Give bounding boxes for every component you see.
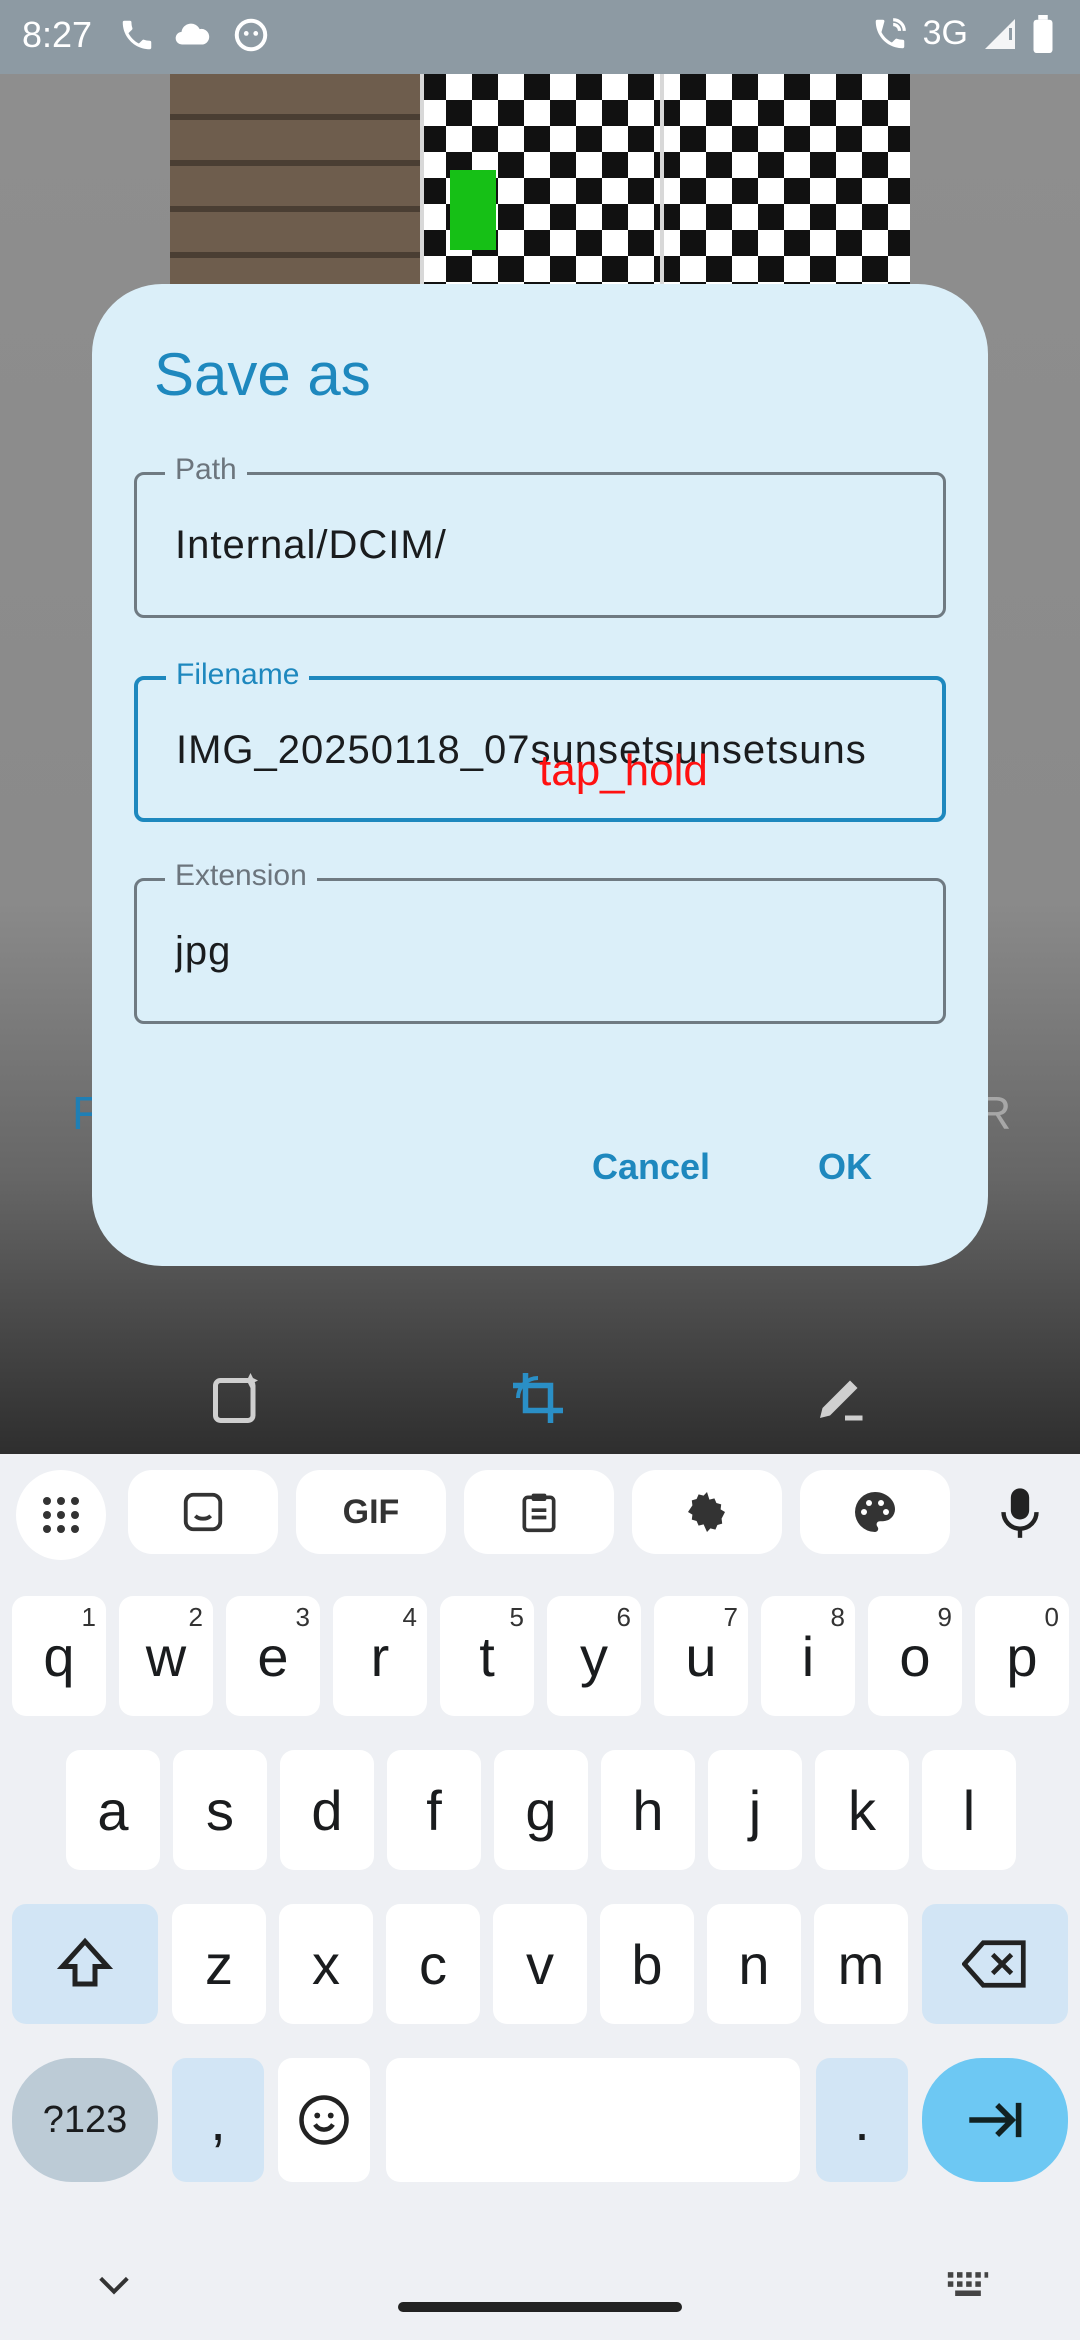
extension-value: jpg bbox=[175, 929, 232, 973]
clipboard-icon[interactable] bbox=[464, 1470, 614, 1554]
key-y[interactable]: y6 bbox=[547, 1596, 641, 1716]
sticker-icon[interactable] bbox=[128, 1470, 278, 1554]
auto-enhance-icon[interactable] bbox=[208, 1368, 268, 1428]
comma-key[interactable]: , bbox=[172, 2058, 264, 2182]
key-s[interactable]: s bbox=[173, 1750, 267, 1870]
filename-label: Filename bbox=[166, 658, 310, 692]
cancel-button[interactable]: Cancel bbox=[592, 1146, 710, 1188]
wifi-call-icon bbox=[875, 17, 906, 48]
extension-field[interactable]: Extension jpg bbox=[134, 859, 946, 1024]
editor-toolbar bbox=[0, 1340, 1080, 1456]
symbols-key[interactable]: ?123 bbox=[12, 2058, 158, 2182]
key-label: r bbox=[370, 1624, 390, 1688]
gif-button[interactable]: GIF bbox=[296, 1470, 446, 1554]
key-number-hint: 5 bbox=[509, 1602, 524, 1632]
key-u[interactable]: u7 bbox=[654, 1596, 748, 1716]
key-q[interactable]: q1 bbox=[12, 1596, 106, 1716]
edit-icon[interactable] bbox=[810, 1368, 870, 1428]
phone-icon bbox=[122, 20, 152, 50]
key-label: p bbox=[1006, 1624, 1038, 1688]
key-w[interactable]: w2 bbox=[119, 1596, 213, 1716]
key-number-hint: 7 bbox=[723, 1602, 738, 1632]
mic-icon[interactable] bbox=[998, 1486, 1042, 1542]
battery-icon bbox=[1033, 14, 1053, 53]
key-t[interactable]: t5 bbox=[440, 1596, 534, 1716]
key-k[interactable]: k bbox=[815, 1750, 909, 1870]
keyboard-toolbar: GIF bbox=[0, 1456, 1080, 1576]
key-number-hint: 9 bbox=[937, 1602, 952, 1632]
network-type: 3G bbox=[922, 14, 968, 52]
key-m[interactable]: m bbox=[814, 1904, 908, 2024]
key-number-hint: 4 bbox=[402, 1602, 417, 1632]
palette-icon[interactable] bbox=[800, 1470, 950, 1554]
key-x[interactable]: x bbox=[279, 1904, 373, 2024]
key-label: u bbox=[685, 1624, 717, 1688]
key-b[interactable]: b bbox=[600, 1904, 694, 2024]
key-r[interactable]: r4 bbox=[333, 1596, 427, 1716]
chevron-down-icon[interactable] bbox=[94, 2270, 134, 2300]
key-f[interactable]: f bbox=[387, 1750, 481, 1870]
dialog-title: Save as bbox=[154, 341, 371, 408]
key-label: q bbox=[43, 1624, 75, 1688]
apps-grid-icon[interactable] bbox=[16, 1470, 106, 1560]
key-number-hint: 6 bbox=[616, 1602, 631, 1632]
keyboard-switch-icon[interactable] bbox=[946, 2270, 990, 2300]
emoji-key[interactable] bbox=[278, 2058, 370, 2182]
key-v[interactable]: v bbox=[493, 1904, 587, 2024]
extension-label: Extension bbox=[165, 859, 317, 893]
shift-key[interactable] bbox=[12, 1904, 158, 2024]
key-number-hint: 8 bbox=[830, 1602, 845, 1632]
key-n[interactable]: n bbox=[707, 1904, 801, 2024]
key-z[interactable]: z bbox=[172, 1904, 266, 2024]
key-label: y bbox=[580, 1624, 608, 1688]
face-icon bbox=[234, 18, 268, 52]
backspace-key[interactable] bbox=[922, 1904, 1068, 2024]
ok-button[interactable]: OK bbox=[818, 1146, 872, 1188]
space-key[interactable] bbox=[386, 2058, 800, 2182]
key-d[interactable]: d bbox=[280, 1750, 374, 1870]
path-label: Path bbox=[165, 453, 247, 487]
key-label: t bbox=[479, 1624, 495, 1688]
cloud-icon bbox=[175, 23, 210, 45]
key-number-hint: 2 bbox=[188, 1602, 203, 1632]
key-l[interactable]: l bbox=[922, 1750, 1016, 1870]
path-field[interactable]: Path Internal/DCIM/ bbox=[134, 453, 946, 618]
key-i[interactable]: i8 bbox=[761, 1596, 855, 1716]
home-indicator[interactable] bbox=[398, 2302, 682, 2312]
signal-icon bbox=[985, 18, 1015, 49]
key-j[interactable]: j bbox=[708, 1750, 802, 1870]
key-number-hint: 0 bbox=[1044, 1602, 1059, 1632]
key-label: i bbox=[801, 1624, 815, 1688]
key-label: w bbox=[145, 1624, 187, 1688]
next-key[interactable] bbox=[922, 2058, 1068, 2182]
key-number-hint: 3 bbox=[295, 1602, 310, 1632]
settings-icon[interactable] bbox=[632, 1470, 782, 1554]
photo-preview bbox=[170, 74, 910, 284]
status-bar: 8:27 3G bbox=[0, 0, 1080, 74]
key-h[interactable]: h bbox=[601, 1750, 695, 1870]
key-g[interactable]: g bbox=[494, 1750, 588, 1870]
crop-rotate-icon[interactable] bbox=[508, 1368, 568, 1428]
key-e[interactable]: e3 bbox=[226, 1596, 320, 1716]
key-c[interactable]: c bbox=[386, 1904, 480, 2024]
path-value: Internal/DCIM/ bbox=[175, 523, 447, 567]
key-p[interactable]: p0 bbox=[975, 1596, 1069, 1716]
key-o[interactable]: o9 bbox=[868, 1596, 962, 1716]
key-label: o bbox=[899, 1624, 931, 1688]
period-key[interactable]: . bbox=[816, 2058, 908, 2182]
key-label: e bbox=[257, 1624, 289, 1688]
tap-hold-annotation: tap_hold bbox=[539, 746, 708, 795]
soft-keyboard: GIF q1w2e3r4t5y6u7i8o9p0 asdfghjkl zxcvb… bbox=[0, 1456, 1080, 2340]
status-time: 8:27 bbox=[22, 14, 93, 55]
key-a[interactable]: a bbox=[66, 1750, 160, 1870]
key-number-hint: 1 bbox=[81, 1602, 96, 1632]
